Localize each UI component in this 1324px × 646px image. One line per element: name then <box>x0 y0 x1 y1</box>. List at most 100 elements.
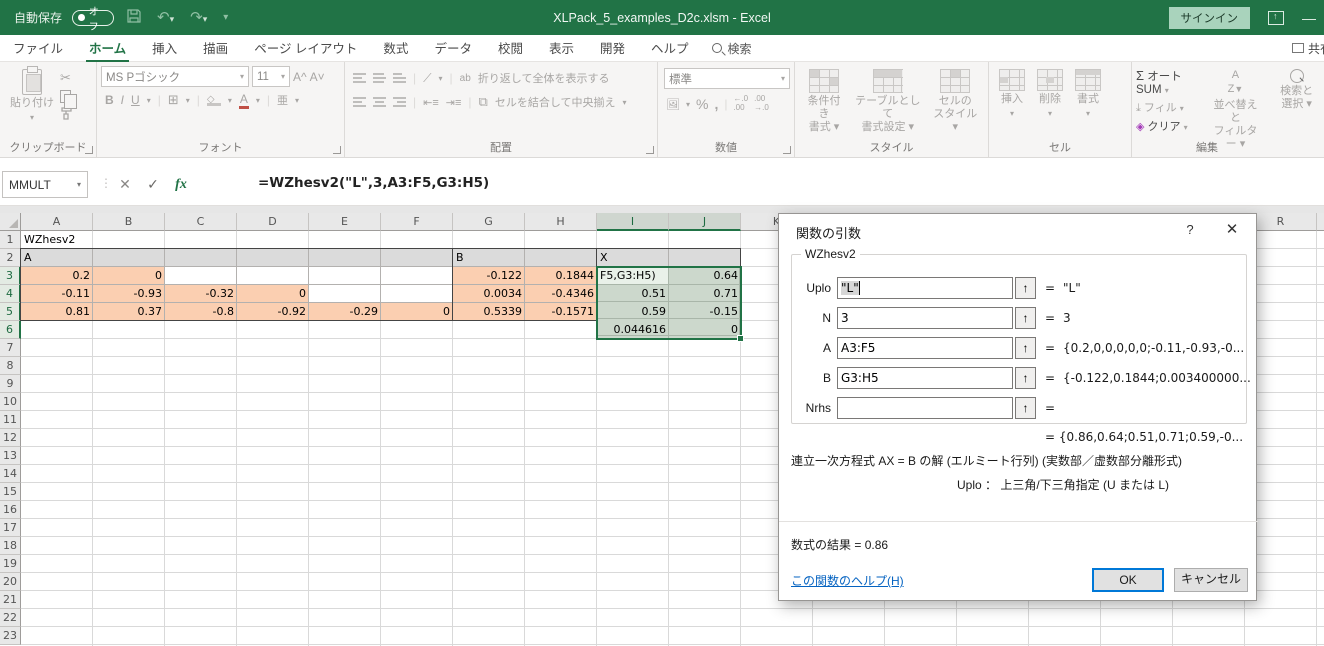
cell-A2[interactable]: A <box>21 249 93 267</box>
row-header-2[interactable]: 2 <box>0 249 21 267</box>
function-help-link[interactable]: この関数のヘルプ(H) <box>791 572 904 589</box>
row-header-21[interactable]: 21 <box>0 591 21 609</box>
tab-数式[interactable]: 数式 <box>370 33 421 63</box>
row-header-10[interactable]: 10 <box>0 393 21 411</box>
column-header-D[interactable]: D <box>237 213 309 231</box>
cell-J3[interactable]: 0.64 <box>669 267 741 285</box>
underline-button[interactable]: U <box>131 93 140 107</box>
cell-J4[interactable]: 0.71 <box>669 285 741 303</box>
row-header-20[interactable]: 20 <box>0 573 21 591</box>
font-color-button[interactable]: A <box>239 92 249 109</box>
column-header-F[interactable]: F <box>381 213 453 231</box>
alignment-dialog-launcher[interactable] <box>646 146 654 154</box>
cell-A3[interactable]: 0.2 <box>21 267 93 285</box>
cancel-entry-button[interactable]: ✕ <box>112 171 138 198</box>
cell-D5[interactable]: -0.92 <box>237 303 309 321</box>
cell-C5[interactable]: -0.8 <box>165 303 237 321</box>
align-bottom-icon[interactable] <box>393 73 406 83</box>
collapse-dialog-icon-Uplo[interactable]: ↑ <box>1015 277 1036 299</box>
align-center-icon[interactable] <box>373 97 386 107</box>
column-header-E[interactable]: E <box>309 213 381 231</box>
decrease-indent-icon[interactable]: ⇤≡ <box>423 96 439 109</box>
percent-style-button[interactable]: % <box>696 96 708 112</box>
collapse-dialog-icon-Nrhs[interactable]: ↑ <box>1015 397 1036 419</box>
autosum-button[interactable]: Σ オート SUM ▾ <box>1136 68 1198 96</box>
accounting-format-icon[interactable]: 🖼 <box>666 98 680 111</box>
italic-button[interactable]: I <box>121 93 124 107</box>
argument-input-B[interactable]: G3:H5 <box>837 367 1013 389</box>
formula-input[interactable]: =WZhesv2("L",3,A3:F5,G3:H5) <box>258 175 489 191</box>
cell-G2[interactable]: B <box>453 249 525 267</box>
row-header-17[interactable]: 17 <box>0 519 21 537</box>
row-header-1[interactable]: 1 <box>0 231 21 249</box>
column-header-I[interactable]: I <box>597 213 669 231</box>
merge-center-icon[interactable]: ⧉ <box>479 94 488 110</box>
conditional-formatting-button[interactable]: 条件付き書式 ▾ <box>799 66 849 138</box>
borders-button[interactable]: ⊞ <box>168 92 179 108</box>
increase-indent-icon[interactable]: ⇥≡ <box>446 96 462 109</box>
delete-cells-button[interactable]: 削除 ▾ <box>1031 66 1069 122</box>
fill-color-button[interactable]: ◇ <box>207 94 221 106</box>
save-icon[interactable] <box>124 9 144 26</box>
column-header-J[interactable]: J <box>669 213 741 231</box>
bold-button[interactable]: B <box>105 93 114 107</box>
row-header-15[interactable]: 15 <box>0 483 21 501</box>
row-header-11[interactable]: 11 <box>0 411 21 429</box>
cell-I5[interactable]: 0.59 <box>597 303 669 321</box>
format-painter-icon[interactable] <box>60 107 77 123</box>
tab-ヘルプ[interactable]: ヘルプ <box>638 33 702 63</box>
dialog-help-button[interactable]: ? <box>1181 222 1199 237</box>
row-header-14[interactable]: 14 <box>0 465 21 483</box>
tab-挿入[interactable]: 挿入 <box>139 33 190 63</box>
grow-font-button[interactable]: A^ <box>293 70 307 84</box>
cell-G4[interactable]: 0.0034 <box>453 285 525 303</box>
cell-A1[interactable]: WZhesv2 <box>21 231 93 249</box>
confirm-entry-button[interactable]: ✓ <box>140 171 166 198</box>
cell-D4[interactable]: 0 <box>237 285 309 303</box>
collapse-dialog-icon-B[interactable]: ↑ <box>1015 367 1036 389</box>
cell-I6[interactable]: 0.044616 <box>597 321 669 339</box>
column-header-A[interactable]: A <box>21 213 93 231</box>
wrap-text-label[interactable]: 折り返して全体を表示する <box>478 70 610 86</box>
ribbon-display-options-icon[interactable] <box>1268 11 1284 25</box>
redo-icon[interactable]: ↷▾ <box>187 10 210 25</box>
row-header-19[interactable]: 19 <box>0 555 21 573</box>
ok-button[interactable]: OK <box>1092 568 1164 592</box>
shrink-font-button[interactable]: A˅ <box>310 70 325 84</box>
row-header-13[interactable]: 13 <box>0 447 21 465</box>
column-header-G[interactable]: G <box>453 213 525 231</box>
cell-H3[interactable]: 0.1844 <box>525 267 597 285</box>
cell-B5[interactable]: 0.37 <box>93 303 165 321</box>
cell-C4[interactable]: -0.32 <box>165 285 237 303</box>
row-header-3[interactable]: 3 <box>0 267 21 285</box>
tab-ページ レイアウト[interactable]: ページ レイアウト <box>241 33 370 63</box>
number-format-combo[interactable]: 標準▾ <box>664 68 790 89</box>
collapse-dialog-icon-N[interactable]: ↑ <box>1015 307 1036 329</box>
align-right-icon[interactable] <box>393 97 406 107</box>
tab-file[interactable]: ファイル <box>0 33 76 63</box>
cell-G3[interactable]: -0.122 <box>453 267 525 285</box>
row-header-5[interactable]: 5 <box>0 303 21 321</box>
argument-input-Nrhs[interactable] <box>837 397 1013 419</box>
orientation-button[interactable]: ⟋ <box>423 71 431 86</box>
minimize-button[interactable]: — <box>1302 10 1316 26</box>
select-all-corner[interactable] <box>0 213 21 231</box>
paste-button[interactable]: 貼り付け ▾ <box>4 66 60 126</box>
phonetic-button[interactable]: 亜 <box>277 92 288 108</box>
cell-B4[interactable]: -0.93 <box>93 285 165 303</box>
row-header-8[interactable]: 8 <box>0 357 21 375</box>
row-header-18[interactable]: 18 <box>0 537 21 555</box>
row-header-7[interactable]: 7 <box>0 339 21 357</box>
align-left-icon[interactable] <box>353 97 366 107</box>
undo-icon[interactable]: ↶▾ <box>154 10 177 25</box>
cell-H5[interactable]: -0.1571 <box>525 303 597 321</box>
format-cells-button[interactable]: 書式 ▾ <box>1069 66 1107 122</box>
cell-A5[interactable]: 0.81 <box>21 303 93 321</box>
insert-cells-button[interactable]: 挿入 ▾ <box>993 66 1031 122</box>
tab-校閲[interactable]: 校閲 <box>485 33 536 63</box>
increase-decimal-icon[interactable]: ←.0 .00 <box>733 95 748 113</box>
cell-H4[interactable]: -0.4346 <box>525 285 597 303</box>
cell-E5[interactable]: -0.29 <box>309 303 381 321</box>
qat-customize-icon[interactable]: ▾ <box>220 13 231 23</box>
column-header-S[interactable]: S <box>1317 213 1324 231</box>
